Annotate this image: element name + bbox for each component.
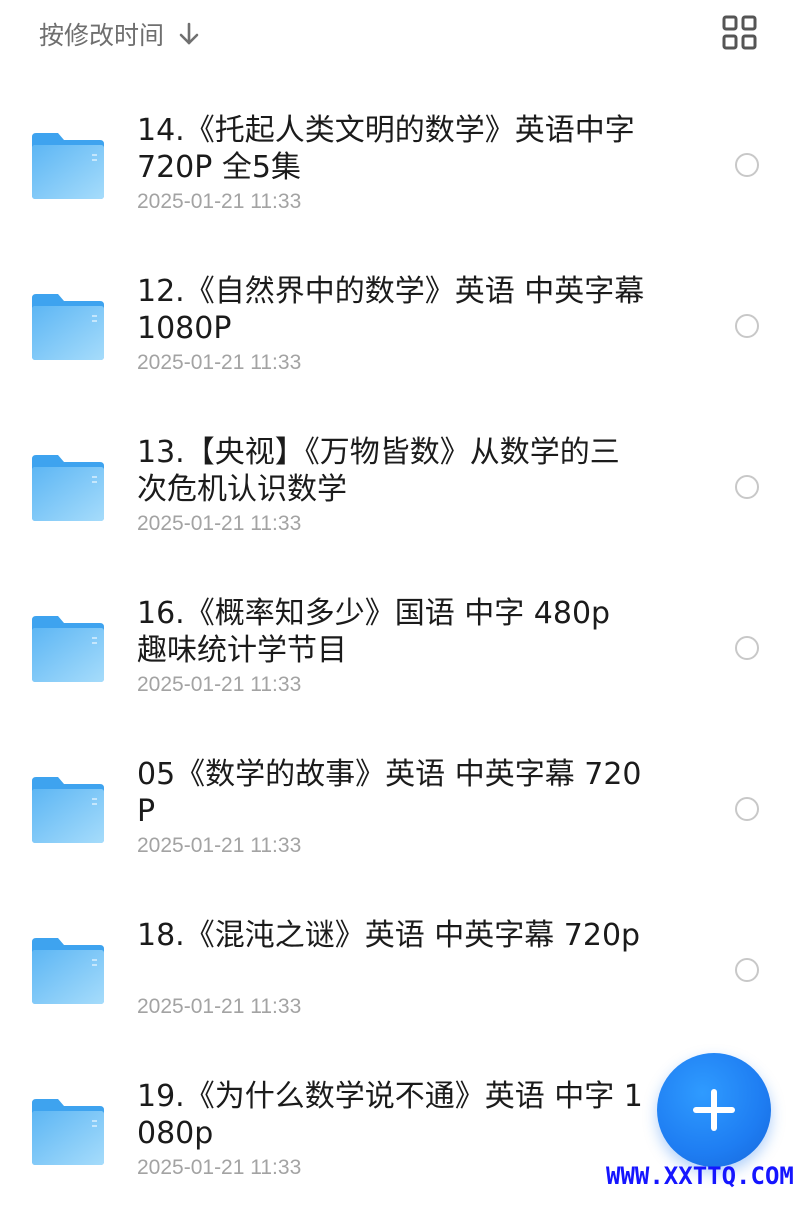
top-bar: 按修改时间: [0, 0, 805, 70]
watermark: WWW.XXTTQ.COM: [606, 1162, 794, 1190]
select-checkbox[interactable]: [735, 797, 759, 821]
add-button[interactable]: [657, 1053, 771, 1167]
modified-date: 2025-01-21 11:33: [137, 1156, 302, 1179]
arrow-down-icon: [179, 22, 199, 45]
folder-row[interactable]: 14.《托起人类文明的数学》英语中字 720P 全5集 2025-01-21 1…: [0, 84, 805, 245]
select-checkbox[interactable]: [735, 153, 759, 177]
sort-label: 按修改时间: [39, 21, 165, 50]
folder-title: 16.《概率知多少》国语 中字 480p 趣味统计学节目: [137, 596, 611, 668]
folder-icon: [32, 938, 104, 1004]
folder-row[interactable]: 16.《概率知多少》国语 中字 480p 趣味统计学节目 2025-01-21 …: [0, 567, 805, 728]
folder-icon: [32, 455, 104, 521]
sort-by-modified-button[interactable]: 按修改时间: [39, 14, 202, 54]
folder-title: 12.《自然界中的数学》英语 中英字幕 1080P: [137, 274, 645, 346]
select-checkbox[interactable]: [735, 958, 759, 982]
folder-row[interactable]: 05《数学的故事》英语 中英字幕 720P 2025-01-21 11:33: [0, 728, 805, 889]
folder-title: 19.《为什么数学说不通》英语 中字 1080p: [137, 1079, 643, 1151]
folder-title: 14.《托起人类文明的数学》英语中字 720P 全5集: [137, 113, 635, 185]
folder-title: 13.【央视】《万物皆数》从数学的三次危机认识数学: [137, 435, 620, 507]
folder-icon: [32, 777, 104, 843]
folder-row[interactable]: 18.《混沌之谜》英语 中英字幕 720p 2025-01-21 11:33: [0, 889, 805, 1050]
folder-icon: [32, 133, 104, 199]
folder-icon: [32, 294, 104, 360]
select-checkbox[interactable]: [735, 636, 759, 660]
folder-row[interactable]: 13.【央视】《万物皆数》从数学的三次危机认识数学 2025-01-21 11:…: [0, 406, 805, 567]
folder-title: 05《数学的故事》英语 中英字幕 720P: [137, 757, 642, 829]
select-checkbox[interactable]: [735, 475, 759, 499]
folder-row[interactable]: 12.《自然界中的数学》英语 中英字幕 1080P 2025-01-21 11:…: [0, 245, 805, 406]
modified-date: 2025-01-21 11:33: [137, 512, 302, 535]
select-checkbox[interactable]: [735, 314, 759, 338]
modified-date: 2025-01-21 11:33: [137, 834, 302, 857]
modified-date: 2025-01-21 11:33: [137, 190, 302, 213]
modified-date: 2025-01-21 11:33: [137, 995, 302, 1018]
folder-title: 18.《混沌之谜》英语 中英字幕 720p: [137, 918, 641, 953]
grid-view-icon[interactable]: [722, 15, 758, 51]
modified-date: 2025-01-21 11:33: [137, 351, 302, 374]
folder-icon: [32, 1099, 104, 1165]
modified-date: 2025-01-21 11:33: [137, 673, 302, 696]
folder-icon: [32, 616, 104, 682]
file-list: 14.《托起人类文明的数学》英语中字 720P 全5集 2025-01-21 1…: [0, 84, 805, 1211]
